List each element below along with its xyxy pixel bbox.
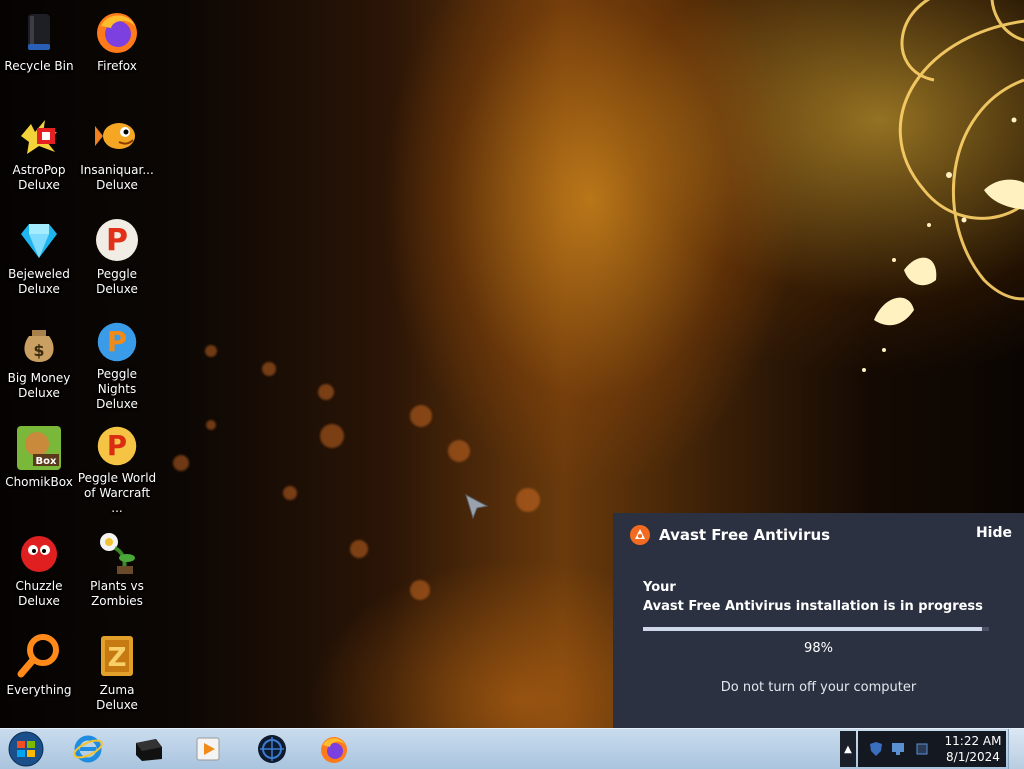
- clock-time: 11:22 AM: [944, 734, 1002, 748]
- peggle-wow-icon: P: [97, 426, 137, 466]
- bokeh-light: [206, 420, 216, 430]
- popup-header: Avast Free Antivirus: [629, 523, 830, 547]
- desktop-icon-label: Recycle Bin: [4, 59, 74, 73]
- desktop-icon-label: Big Money Deluxe: [7, 371, 71, 400]
- chevron-up-icon: ▲: [844, 743, 852, 755]
- clock-date: 8/1/2024: [946, 750, 1000, 764]
- desktop-icon-label: Firefox: [97, 59, 137, 73]
- recycle-bin-icon: [28, 14, 50, 50]
- desktop-icon-peggle-wow[interactable]: P Peggle World of Warcraft ...: [77, 420, 157, 516]
- bokeh-light: [410, 580, 430, 600]
- shield-icon[interactable]: [868, 741, 884, 757]
- volume-icon[interactable]: [914, 741, 930, 757]
- desktop-icon-label: Bejeweled Deluxe: [8, 267, 70, 296]
- chomikbox-icon: Box: [17, 426, 61, 470]
- desktop-icon-label: Plants vs Zombies: [90, 579, 144, 608]
- zuma-icon: Z: [101, 636, 133, 676]
- terminal-icon: [136, 739, 162, 761]
- desktop-icon-label: Chuzzle Deluxe: [15, 579, 63, 608]
- bokeh-light: [205, 345, 217, 357]
- desktop-icon-chuzzle[interactable]: Chuzzle Deluxe: [1, 524, 77, 620]
- desktop-icon-big-money[interactable]: $ Big Money Deluxe: [1, 316, 77, 412]
- popup-your-label: Your: [643, 580, 676, 595]
- progress-bar-fill: [643, 627, 983, 631]
- hide-button[interactable]: Hide: [976, 525, 1012, 541]
- desktop-icon-label: Peggle Nights Deluxe: [96, 367, 138, 411]
- internet-explorer-icon: [73, 735, 103, 763]
- desktop-icon-label: Peggle Deluxe: [96, 267, 138, 296]
- bokeh-light: [318, 384, 334, 400]
- taskbar-media-player[interactable]: [188, 731, 228, 767]
- start-orb-icon: [8, 731, 44, 767]
- everything-search-icon: [17, 634, 59, 678]
- bokeh-light: [448, 440, 470, 462]
- svg-text:Z: Z: [108, 643, 127, 673]
- firefox-icon: [321, 737, 347, 763]
- bokeh-light: [320, 424, 344, 448]
- desktop-icon-everything[interactable]: Everything: [1, 628, 77, 724]
- swirl-decoration: [862, 0, 1024, 372]
- desktop-icon-label: Peggle World of Warcraft ...: [77, 471, 157, 515]
- desktop-icon-bejeweled[interactable]: Bejeweled Deluxe: [1, 212, 77, 308]
- desktop-icon-label: Insaniquar... Deluxe: [80, 163, 154, 192]
- bokeh-light: [283, 486, 297, 500]
- show-desktop-button[interactable]: [1008, 729, 1024, 769]
- progress-percent: 98%: [804, 641, 833, 656]
- peggle-nights-icon: P: [97, 322, 137, 362]
- bokeh-light: [516, 488, 540, 512]
- astropop-icon: [21, 120, 57, 154]
- taskbar-network-app[interactable]: [252, 731, 292, 767]
- svg-text:P: P: [107, 430, 127, 462]
- desktop-icon-label: Everything: [6, 683, 72, 697]
- bokeh-light: [173, 455, 189, 471]
- taskbar: ▲ 11:22 AM 8/1/2024: [0, 728, 1024, 769]
- desktop-icon-insaniquarium[interactable]: Insaniquar... Deluxe: [79, 108, 155, 204]
- taskbar-firefox[interactable]: [314, 731, 354, 767]
- media-player-icon: [196, 737, 220, 761]
- system-tray: [858, 731, 940, 767]
- desktop-icon-chomikbox[interactable]: Box ChomikBox: [1, 420, 77, 516]
- desktop-icon-label: Zuma Deluxe: [96, 683, 138, 712]
- desktop-icon-recycle-bin[interactable]: Recycle Bin: [1, 4, 77, 100]
- big-money-icon: $: [24, 330, 54, 362]
- svg-text:P: P: [106, 223, 128, 258]
- svg-text:P: P: [107, 326, 127, 358]
- desktop-icon-label: AstroPop Deluxe: [12, 163, 66, 192]
- bokeh-light: [350, 540, 368, 558]
- install-progress-bar: [643, 627, 989, 631]
- svg-text:$: $: [33, 341, 44, 360]
- bokeh-light: [262, 362, 276, 376]
- desktop-icon-peggle[interactable]: P Peggle Deluxe: [79, 212, 155, 308]
- bokeh-light: [410, 405, 432, 427]
- insaniquarium-icon: [95, 123, 135, 149]
- plants-vs-zombies-icon: [100, 533, 135, 574]
- bejeweled-icon: [21, 224, 57, 258]
- mouse-cursor-icon: [465, 494, 489, 520]
- taskbar-clock[interactable]: 11:22 AM 8/1/2024: [940, 731, 1006, 767]
- network-icon[interactable]: [890, 741, 906, 757]
- desktop-icon-peggle-nights[interactable]: P Peggle Nights Deluxe: [79, 316, 155, 412]
- warning-note: Do not turn off your computer: [720, 680, 917, 695]
- desktop-icon-firefox[interactable]: Firefox: [79, 4, 155, 100]
- desktop-icon-zuma[interactable]: Z Zuma Deluxe: [79, 628, 155, 724]
- install-progress-message: Avast Free Antivirus installation is in …: [643, 599, 983, 614]
- avast-logo-icon: [630, 525, 650, 545]
- network-globe-icon: [258, 735, 286, 763]
- peggle-icon: P: [96, 219, 138, 261]
- svg-text:Box: Box: [36, 456, 57, 467]
- desktop-icon-astropop[interactable]: AstroPop Deluxe: [1, 108, 77, 204]
- avast-install-popup: Avast Free Antivirus Hide Your Avast Fre…: [613, 513, 1024, 728]
- start-button[interactable]: [6, 731, 46, 767]
- taskbar-terminal[interactable]: [128, 731, 168, 767]
- chuzzle-icon: [21, 536, 57, 572]
- show-hidden-icons-button[interactable]: ▲: [840, 731, 856, 767]
- taskbar-internet-explorer[interactable]: [68, 731, 108, 767]
- popup-title: Avast Free Antivirus: [659, 526, 831, 544]
- firefox-icon: [97, 13, 137, 53]
- desktop-icon-label: ChomikBox: [5, 475, 73, 489]
- desktop-icon-plants-vs-zombies[interactable]: Plants vs Zombies: [79, 524, 155, 620]
